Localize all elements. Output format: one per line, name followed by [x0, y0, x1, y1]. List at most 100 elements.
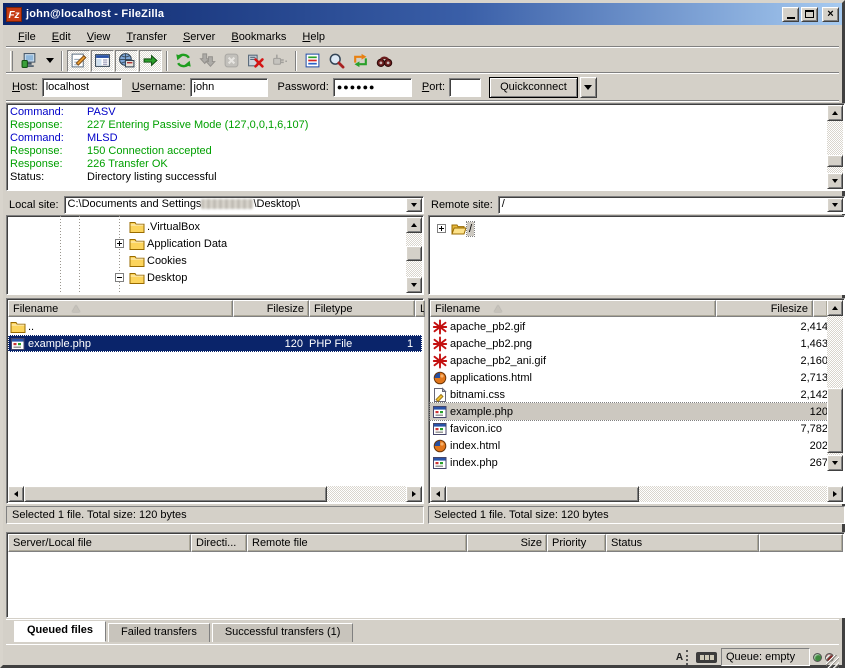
quickconnect-bar: Host: Username: Password: Port: Quickcon…: [6, 74, 839, 100]
column-header-last-modified[interactable]: L: [415, 300, 425, 317]
queue-header-priority[interactable]: Priority: [547, 534, 606, 552]
quickconnect-button[interactable]: Quickconnect: [489, 77, 578, 98]
site-manager-button[interactable]: [18, 50, 41, 72]
toggle-local-tree-button[interactable]: [91, 50, 114, 72]
scroll-thumb[interactable]: [827, 155, 843, 167]
tree-expander-plus[interactable]: [437, 224, 446, 233]
remote-list-vscrollbar[interactable]: [827, 300, 843, 471]
file-row[interactable]: bitnami.css 2,142: [430, 386, 828, 403]
tab-queued-files[interactable]: Queued files: [14, 621, 106, 642]
synchronized-browsing-button[interactable]: [349, 50, 372, 72]
file-row[interactable]: index.html 202: [430, 437, 828, 454]
file-row-parent-dir[interactable]: ..: [8, 318, 422, 335]
file-row[interactable]: favicon.ico 7,782: [430, 420, 828, 437]
combo-dropdown-button[interactable]: [827, 198, 843, 212]
column-header-filesize[interactable]: Filesize: [233, 300, 309, 317]
maximize-button[interactable]: [801, 7, 818, 22]
disconnect-button[interactable]: [244, 50, 267, 72]
column-header-filename[interactable]: Filename: [430, 300, 716, 317]
log-scrollbar[interactable]: [827, 105, 843, 189]
queue-header-direction[interactable]: Directi...: [191, 534, 247, 552]
menu-server[interactable]: Server: [175, 29, 223, 45]
filezilla-logo-icon[interactable]: Fz: [6, 7, 22, 22]
site-manager-dropdown-button[interactable]: [42, 50, 57, 72]
queue-header-server-local-file[interactable]: Server/Local file: [8, 534, 191, 552]
scroll-left-button[interactable]: [8, 486, 24, 502]
column-header-filetype[interactable]: Filetype: [309, 300, 415, 317]
tree-expander-minus[interactable]: [115, 273, 124, 282]
file-row-selected[interactable]: example.php 120: [430, 403, 828, 420]
scroll-up-button[interactable]: [827, 300, 843, 316]
queue-tab-bar: Queued files Failed transfers Successful…: [6, 619, 839, 642]
status-bar: A Queue: empty: [6, 644, 839, 668]
scroll-thumb[interactable]: [446, 486, 639, 502]
local-tree-scrollbar[interactable]: [406, 217, 422, 293]
scroll-down-button[interactable]: [827, 173, 843, 189]
scroll-thumb[interactable]: [24, 486, 327, 502]
file-row[interactable]: apache_pb2_ani.gif 2,160: [430, 352, 828, 369]
scroll-thumb[interactable]: [406, 246, 422, 261]
tree-item-root[interactable]: /: [451, 220, 474, 237]
directory-listing-filters-button[interactable]: [301, 50, 324, 72]
file-row[interactable]: applications.html 2,713: [430, 369, 828, 386]
port-input[interactable]: [449, 78, 481, 97]
scroll-up-button[interactable]: [406, 217, 422, 233]
password-input[interactable]: [333, 78, 412, 97]
menu-edit[interactable]: Edit: [44, 29, 79, 45]
resize-grip-icon[interactable]: [826, 655, 839, 668]
queue-header-size[interactable]: Size: [467, 534, 547, 552]
menu-help[interactable]: Help: [294, 29, 333, 45]
find-files-button[interactable]: [373, 50, 396, 72]
tree-item-desktop[interactable]: Desktop: [129, 269, 189, 286]
menu-transfer[interactable]: Transfer: [118, 29, 175, 45]
reconnect-button[interactable]: [268, 50, 291, 72]
toggle-queue-button[interactable]: [139, 50, 162, 72]
tab-failed-transfers[interactable]: Failed transfers: [108, 623, 210, 642]
speed-limits-icon[interactable]: [696, 652, 717, 663]
quickconnect-dropdown-button[interactable]: [580, 77, 597, 98]
minimize-button[interactable]: [782, 7, 799, 22]
local-site-combobox[interactable]: C:\Documents and Settings\Desktop\: [64, 196, 424, 214]
scroll-right-button[interactable]: [827, 486, 843, 502]
cancel-operation-button[interactable]: [220, 50, 243, 72]
maximize-icon: [805, 10, 814, 18]
tab-successful-transfers[interactable]: Successful transfers (1): [212, 623, 354, 642]
queue-header-remote-file[interactable]: Remote file: [247, 534, 467, 552]
scroll-left-button[interactable]: [430, 486, 446, 502]
toggle-remote-tree-button[interactable]: [115, 50, 138, 72]
scroll-up-button[interactable]: [827, 105, 843, 121]
scroll-down-button[interactable]: [827, 455, 843, 471]
toggle-message-log-button[interactable]: [67, 50, 90, 72]
remote-list-hscrollbar[interactable]: [430, 486, 843, 502]
username-input[interactable]: [190, 78, 268, 97]
close-button[interactable]: ×: [822, 7, 839, 22]
tree-expander-plus[interactable]: [115, 239, 124, 248]
menu-view[interactable]: View: [79, 29, 119, 45]
host-input[interactable]: [42, 78, 122, 97]
scroll-right-button[interactable]: [406, 486, 422, 502]
file-row[interactable]: apache_pb2.gif 2,414: [430, 318, 828, 335]
tree-item-cookies[interactable]: Cookies: [129, 252, 189, 269]
scroll-thumb[interactable]: [827, 388, 843, 453]
tree-item-application-data[interactable]: Application Data: [129, 235, 229, 252]
menu-file[interactable]: File: [10, 29, 44, 45]
toolbar-grip[interactable]: [10, 51, 13, 71]
file-row[interactable]: apache_pb2.png 1,463: [430, 335, 828, 352]
process-queue-button[interactable]: [196, 50, 219, 72]
column-header-filesize[interactable]: Filesize: [716, 300, 813, 317]
file-row-example-php[interactable]: example.php 120 PHP File 1: [8, 335, 422, 352]
remote-site-combobox[interactable]: /: [498, 196, 845, 214]
local-file-list: Filename Filesize Filetype L .. example.…: [6, 298, 424, 504]
scroll-down-button[interactable]: [406, 277, 422, 293]
queue-header-status[interactable]: Status: [606, 534, 759, 552]
compare-directories-button[interactable]: [325, 50, 348, 72]
combo-dropdown-button[interactable]: [406, 198, 422, 212]
data-type-ascii-icon[interactable]: A: [673, 650, 688, 665]
file-row[interactable]: index.php 267: [430, 454, 828, 471]
local-list-hscrollbar[interactable]: [8, 486, 422, 502]
tree-item-virtualbox[interactable]: .VirtualBox: [129, 218, 202, 235]
menu-bookmarks[interactable]: Bookmarks: [223, 29, 294, 45]
refresh-button[interactable]: [172, 50, 195, 72]
column-header-filename[interactable]: Filename: [8, 300, 233, 317]
log-line: Command:PASV: [7, 106, 844, 119]
